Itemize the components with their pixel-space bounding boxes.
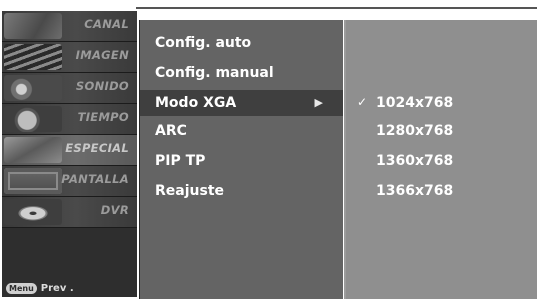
top-strip <box>0 0 537 9</box>
menu-item-pip-tp[interactable]: PIP TP <box>140 148 343 174</box>
disc-icon <box>4 199 62 225</box>
satellite-dish-icon <box>4 13 62 39</box>
checkmark-icon: ✓ <box>357 95 368 109</box>
category-pantalla[interactable]: PANTALLA <box>2 166 137 197</box>
category-label: DVR <box>100 203 129 217</box>
menu-item-reajuste[interactable]: Reajuste <box>140 178 343 204</box>
menu-key-icon: Menu <box>6 282 37 294</box>
category-imagen[interactable]: IMAGEN <box>2 42 137 73</box>
option-1024x768[interactable]: ✓ 1024x768 <box>346 90 537 116</box>
option-1280x768[interactable]: 1280x768 <box>346 118 537 144</box>
top-divider <box>136 7 537 9</box>
speaker-icon <box>4 75 62 101</box>
category-especial[interactable]: ESPECIAL <box>2 135 137 166</box>
category-label: CANAL <box>84 17 129 31</box>
category-label: PANTALLA <box>61 172 129 186</box>
menu-item-config-manual[interactable]: Config. manual <box>140 60 343 86</box>
option-label: 1024x768 <box>376 95 454 111</box>
option-label: 1366x768 <box>376 183 454 199</box>
menu-item-label: Modo XGA <box>155 95 237 111</box>
menu-item-label: Config. manual <box>155 65 274 81</box>
category-label: SONIDO <box>75 79 129 93</box>
option-1360x768[interactable]: 1360x768 <box>346 148 537 174</box>
menu-item-label: Reajuste <box>155 183 225 199</box>
option-label: 1280x768 <box>376 123 454 139</box>
menu-item-label: ARC <box>155 123 187 139</box>
category-label: IMAGEN <box>75 48 129 62</box>
menu-item-config-auto[interactable]: Config. auto <box>140 30 343 56</box>
category-canal[interactable]: CANAL <box>2 11 137 42</box>
film-strip-icon <box>4 44 62 70</box>
special-features-icon <box>4 137 62 163</box>
clock-icon <box>4 106 62 132</box>
prev-label: Prev . <box>40 282 74 294</box>
osd-menu: CANAL IMAGEN SONIDO TIEMPO ESPECIAL PANT… <box>0 0 537 299</box>
category-label: TIEMPO <box>77 110 129 124</box>
category-label: ESPECIAL <box>65 141 129 155</box>
menu-item-arc[interactable]: ARC <box>140 118 343 144</box>
menu-item-modo-xga[interactable]: Modo XGA ▶ <box>140 90 343 116</box>
category-tiempo[interactable]: TIEMPO <box>2 104 137 135</box>
submenu-panel: Config. auto Config. manual Modo XGA ▶ A… <box>139 20 343 299</box>
option-label: 1360x768 <box>376 153 454 169</box>
footer-hint: Menu Prev . <box>6 280 74 296</box>
category-sidebar: CANAL IMAGEN SONIDO TIEMPO ESPECIAL PANT… <box>2 11 137 297</box>
chevron-right-icon: ▶ <box>314 96 323 109</box>
option-1366x768[interactable]: 1366x768 <box>346 178 537 204</box>
screen-icon <box>4 168 62 194</box>
category-sonido[interactable]: SONIDO <box>2 73 137 104</box>
menu-item-label: PIP TP <box>155 153 206 169</box>
menu-item-label: Config. auto <box>155 35 252 51</box>
xga-options-panel: ✓ 1024x768 1280x768 1360x768 1366x768 <box>344 20 537 299</box>
category-dvr[interactable]: DVR <box>2 197 137 228</box>
